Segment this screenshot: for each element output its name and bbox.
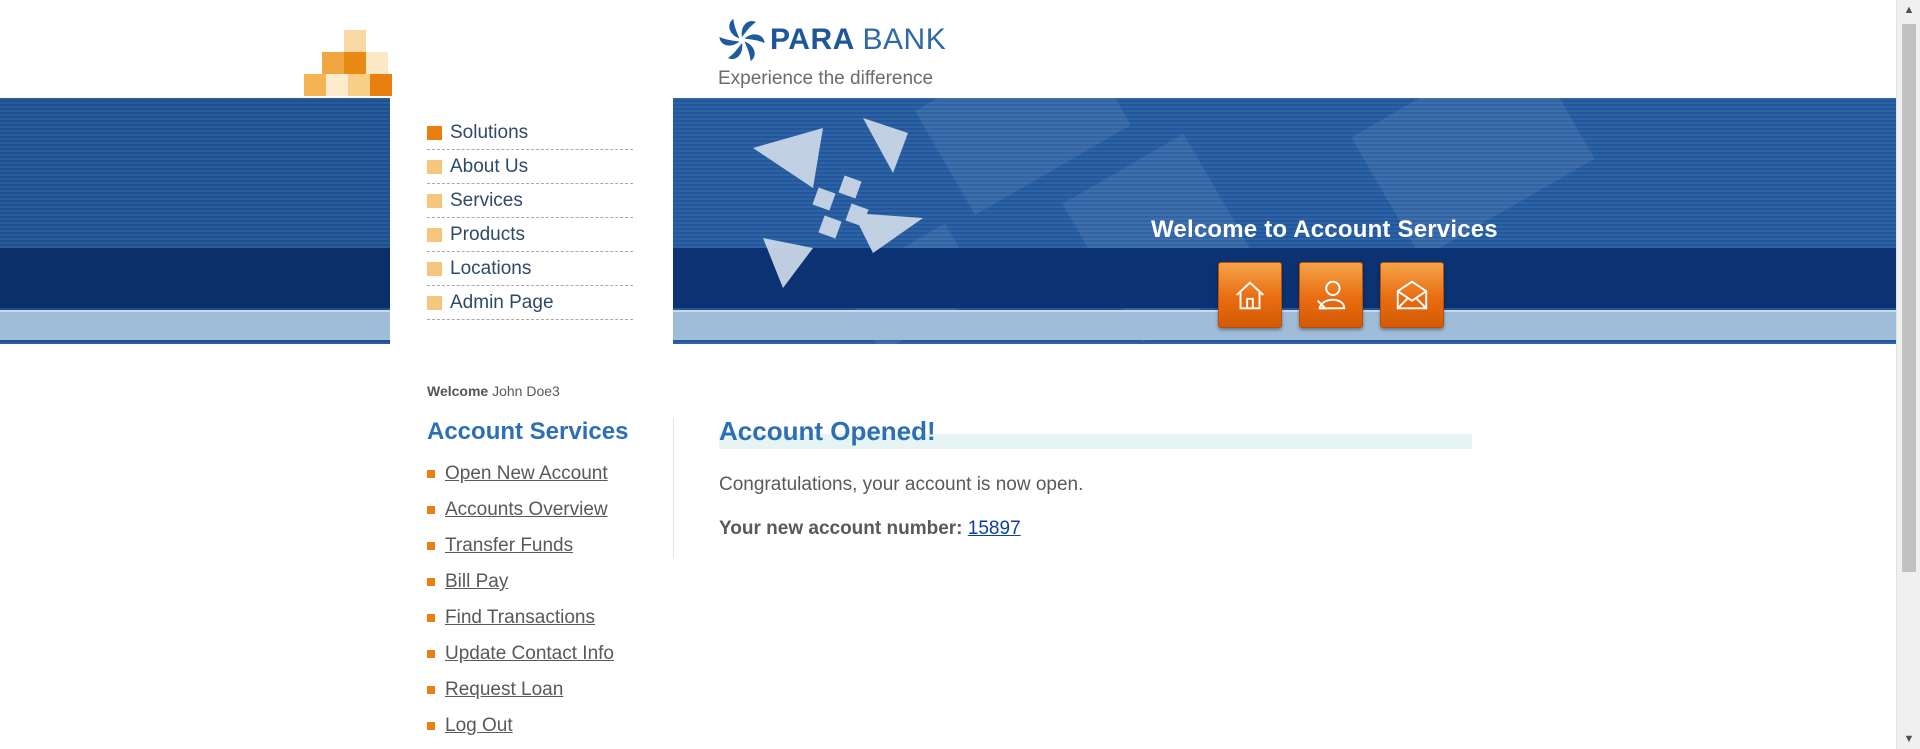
about-button[interactable] [1299,262,1363,328]
open-new-account-link[interactable]: Open New Account [445,463,608,485]
decorative-cubes-logo [304,30,392,98]
pinwheel-logo-icon [719,18,765,62]
banner-heading: Welcome to Account Services [1151,216,1498,243]
logo-bold-text: PARA [770,23,854,56]
accounts-overview-link[interactable]: Accounts Overview [445,499,608,521]
list-item: Accounts Overview [427,492,614,528]
banner-icon-group [1218,262,1444,328]
list-item: Find Transactions [427,600,614,636]
account-services-list: Open New Account Accounts Overview Trans… [427,456,614,744]
bullet-icon [427,470,435,478]
new-account-line: Your new account number: 15897 [719,518,1021,540]
logo-wordmark: PARA BANK [770,23,946,57]
menu-item-label: Services [450,189,523,211]
account-services-title: Account Services [427,418,629,445]
list-item: Request Loan [427,672,614,708]
email-icon [1396,280,1428,310]
menu-item-solutions[interactable]: Solutions [427,116,633,150]
home-button[interactable] [1218,262,1282,328]
welcome-message: Welcome John Doe3 [427,383,560,399]
list-item: Transfer Funds [427,528,614,564]
menu-item-label: Solutions [450,121,529,143]
scrollbar-thumb[interactable] [1902,24,1916,572]
parabank-logo[interactable]: PARA BANK [718,16,946,64]
bullet-icon [427,686,435,694]
transfer-funds-link[interactable]: Transfer Funds [445,535,573,557]
menu-item-label: Admin Page [450,291,554,313]
menu-item-about-us[interactable]: About Us [427,150,633,184]
bullet-icon [427,506,435,514]
account-number-link[interactable]: 15897 [968,518,1021,539]
list-item: Bill Pay [427,564,614,600]
header: PARA BANK Experience the difference [0,0,1896,98]
menu-bullet-icon [427,193,442,208]
menu-item-products[interactable]: Products [427,218,633,252]
bullet-icon [427,578,435,586]
banner-stripe [0,310,390,340]
contact-button[interactable] [1380,262,1444,328]
tagline: Experience the difference [718,68,934,89]
menu-bullet-icon [427,295,442,310]
find-transactions-link[interactable]: Find Transactions [445,607,595,629]
menu-bullet-icon [427,261,442,276]
menu-bullet-icon [427,227,442,242]
menu-item-label: Locations [450,257,532,279]
hero-arrows-graphic [753,118,923,288]
scroll-down-arrow-icon[interactable]: ▼ [1897,729,1920,749]
bullet-icon [427,614,435,622]
menu-item-services[interactable]: Services [427,184,633,218]
menu-bullet-icon [427,159,442,174]
banner-band [0,248,390,308]
log-out-link[interactable]: Log Out [445,715,513,737]
bullet-icon [427,542,435,550]
list-item: Open New Account [427,456,614,492]
welcome-prefix: Welcome [427,383,489,399]
menu-item-locations[interactable]: Locations [427,252,633,286]
home-icon [1236,281,1264,310]
banner-right: Welcome to Account Services [673,98,1896,344]
menu-bullet-icon [427,125,442,140]
top-menu-panel: Solutions About Us Services Products Loc… [390,98,673,368]
confirmation-message: Congratulations, your account is now ope… [719,474,1084,495]
list-item: Update Contact Info [427,636,614,672]
list-item: Log Out [427,708,614,744]
logo-thin-text: BANK [862,23,947,56]
welcome-user-name: John Doe3 [492,383,560,399]
contact-icon [1317,280,1346,310]
request-loan-link[interactable]: Request Loan [445,679,563,701]
bill-pay-link[interactable]: Bill Pay [445,571,508,593]
bullet-icon [427,722,435,730]
menu-item-admin-page[interactable]: Admin Page [427,286,633,320]
vertical-scrollbar[interactable]: ▲ ▼ [1896,0,1920,749]
account-number-label: Your new account number: [719,518,963,539]
page-title: Account Opened! [719,416,936,446]
sidebar-divider [673,418,674,558]
top-menu: Solutions About Us Services Products Loc… [427,116,633,320]
scroll-up-arrow-icon[interactable]: ▲ [1897,0,1920,20]
banner-left [0,98,390,344]
update-contact-info-link[interactable]: Update Contact Info [445,643,614,665]
menu-item-label: About Us [450,155,529,177]
bullet-icon [427,650,435,658]
menu-item-label: Products [450,223,525,245]
